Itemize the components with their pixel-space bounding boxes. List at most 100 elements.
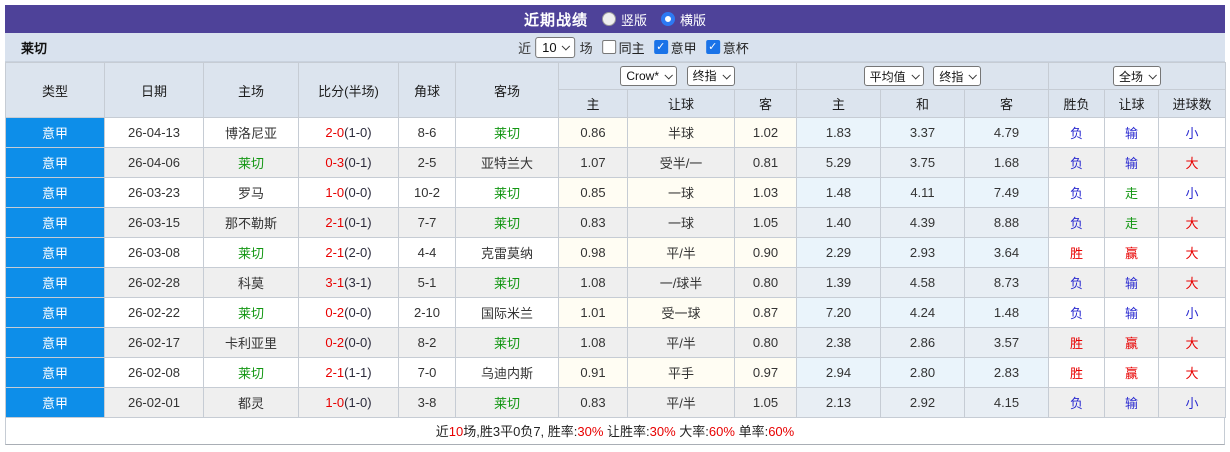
- summary-segment: 30%: [649, 424, 676, 439]
- euro-home-odds-cell: 5.29: [796, 147, 881, 178]
- score-cell: 1-0(1-0): [298, 387, 399, 418]
- date-cell: 26-02-08: [104, 357, 204, 388]
- asian-away-odds-cell: 1.03: [734, 177, 797, 208]
- checkbox-label-same-home: 同主: [618, 40, 645, 56]
- corner-cell: 3-8: [398, 387, 456, 418]
- result-cell: 负: [1048, 117, 1106, 148]
- date-cell: 26-03-08: [104, 237, 204, 268]
- euro-away-odds-cell: 8.88: [963, 207, 1050, 238]
- table-row: 意甲 26-03-08 莱切 2-1(2-0) 4-4 克雷莫纳 0.98 平/…: [5, 237, 1227, 268]
- chevron-down-icon: [664, 71, 673, 80]
- summary-segment: 近: [435, 424, 449, 439]
- result-cell: 负: [1048, 297, 1106, 328]
- table-row: 意甲 26-02-22 莱切 0-2(0-0) 2-10 国际米兰 1.01 受…: [5, 297, 1227, 328]
- euro-home-odds-cell: 2.94: [796, 357, 881, 388]
- recent-results-panel: 近期战绩 竖版 横版 莱切 近 10 场 同主 意甲: [0, 0, 1230, 445]
- asian-home-odds-cell: 1.08: [558, 327, 628, 358]
- checkbox-icon-same-home[interactable]: [601, 40, 616, 54]
- panel-title: 近期战绩: [523, 11, 588, 29]
- asian-stage-select[interactable]: 终指: [686, 65, 735, 86]
- score-halftime: (1-0): [344, 395, 372, 410]
- bookmaker-select-value: Crow*: [626, 69, 660, 84]
- result-cell: 负: [1048, 387, 1106, 418]
- table-row: 意甲 26-02-28 科莫 3-1(3-1) 5-1 莱切 1.08 一/球半…: [5, 267, 1227, 298]
- result-cell: 胜: [1048, 327, 1106, 358]
- away-team-cell: 莱切: [455, 267, 559, 298]
- euro-home-odds-cell: 1.39: [796, 267, 881, 298]
- euro-draw-odds-cell: 3.37: [880, 117, 965, 148]
- home-team-cell: 莱切: [203, 297, 299, 328]
- euro-away-odds-cell: 7.49: [963, 177, 1050, 208]
- asian-home-odds-cell: 0.83: [558, 207, 628, 238]
- title-bar: 近期战绩 竖版 横版: [5, 5, 1225, 33]
- euro-away-odds-cell: 3.57: [963, 327, 1050, 358]
- col-header-corner: 角球: [398, 62, 456, 118]
- euro-stage-select[interactable]: 终指: [933, 66, 982, 86]
- summary-segment: 大率:: [675, 424, 709, 439]
- euro-home-odds-cell: 1.48: [796, 177, 881, 208]
- bookmaker-select[interactable]: Crow*: [620, 66, 678, 87]
- handicap-result-cell: 走: [1104, 207, 1160, 238]
- asian-away-odds-cell: 1.05: [734, 207, 797, 238]
- filter-checkbox-same-home[interactable]: 同主: [601, 38, 645, 57]
- chevron-down-icon: [1148, 71, 1157, 80]
- date-cell: 26-03-23: [104, 177, 204, 208]
- euro-home-odds-cell: 1.40: [796, 207, 881, 238]
- match-count-select[interactable]: 10: [535, 36, 576, 58]
- handicap-result-cell: 输: [1104, 297, 1160, 328]
- summary-segment: 让胜率:: [603, 424, 650, 439]
- goals-result-cell: 大: [1158, 147, 1227, 178]
- summary-line: 近10场,胜3平0负7, 胜率:30% 让胜率:30% 大率:60% 单率:60…: [5, 418, 1225, 445]
- result-cell: 胜: [1048, 237, 1106, 268]
- euro-draw-odds-cell: 3.75: [880, 147, 965, 178]
- home-team-cell: 卡利亚里: [203, 327, 299, 358]
- euro-avg-select[interactable]: 平均值: [863, 66, 924, 86]
- away-team-cell: 乌迪内斯: [455, 357, 559, 388]
- asian-away-odds-cell: 0.87: [734, 297, 797, 328]
- radio-icon-vertical[interactable]: [601, 12, 616, 26]
- goals-result-cell: 大: [1158, 207, 1227, 238]
- euro-draw-odds-cell: 2.80: [880, 357, 965, 388]
- euro-away-odds-cell: 1.48: [963, 297, 1050, 328]
- score-fulltime: 2-1: [325, 245, 345, 260]
- league-cell: 意甲: [5, 357, 105, 388]
- away-team-cell: 克雷莫纳: [455, 237, 559, 268]
- scope-select[interactable]: 全场: [1113, 66, 1162, 86]
- score-cell: 0-2(0-0): [298, 327, 399, 358]
- goals-result-cell: 小: [1158, 387, 1227, 418]
- score-halftime: (2-0): [344, 245, 372, 260]
- asian-handicap-cell: 一球: [627, 177, 735, 208]
- score-cell: 2-1(0-1): [298, 207, 399, 238]
- date-cell: 26-02-01: [104, 387, 204, 418]
- filter-checkbox-coppa-italia[interactable]: 意杯: [705, 38, 749, 57]
- asian-handicap-cell: 平手: [627, 357, 735, 388]
- euro-home-odds-cell: 2.29: [796, 237, 881, 268]
- score-cell: 2-0(1-0): [298, 117, 399, 148]
- summary-segment: 10: [448, 424, 464, 439]
- score-fulltime: 2-0: [325, 125, 345, 140]
- score-halftime: (1-1): [344, 365, 372, 380]
- euro-avg-select-value: 平均值: [869, 69, 906, 84]
- corner-cell: 7-7: [398, 207, 456, 238]
- filter-checkbox-serie-a[interactable]: 意甲: [653, 38, 697, 57]
- asian-stage-select-value: 终指: [692, 69, 717, 84]
- filter-toolbar: 莱切 近 10 场 同主 意甲 意杯: [5, 33, 1225, 62]
- result-cell: 胜: [1048, 357, 1106, 388]
- fullmatch-group-header: 全场: [1048, 62, 1227, 90]
- away-team-cell: 莱切: [455, 177, 559, 208]
- goals-result-cell: 小: [1158, 177, 1227, 208]
- home-team-cell: 都灵: [203, 387, 299, 418]
- layout-radio-vertical[interactable]: 竖版: [601, 10, 647, 29]
- euro-away-odds-cell: 2.83: [963, 357, 1050, 388]
- checkbox-icon-serie-a[interactable]: [653, 40, 668, 54]
- league-cell: 意甲: [5, 237, 105, 268]
- score-fulltime: 3-1: [325, 275, 345, 290]
- league-cell: 意甲: [5, 117, 105, 148]
- asian-handicap-cell: 一球: [627, 207, 735, 238]
- layout-radio-horizontal[interactable]: 横版: [661, 10, 706, 29]
- radio-icon-horizontal[interactable]: [661, 12, 675, 26]
- checkbox-icon-coppa-italia[interactable]: [705, 40, 720, 54]
- score-halftime: (0-1): [344, 155, 372, 170]
- asian-away-odds-cell: 0.97: [734, 357, 797, 388]
- col-header-asian-handicap: 让球: [627, 89, 735, 118]
